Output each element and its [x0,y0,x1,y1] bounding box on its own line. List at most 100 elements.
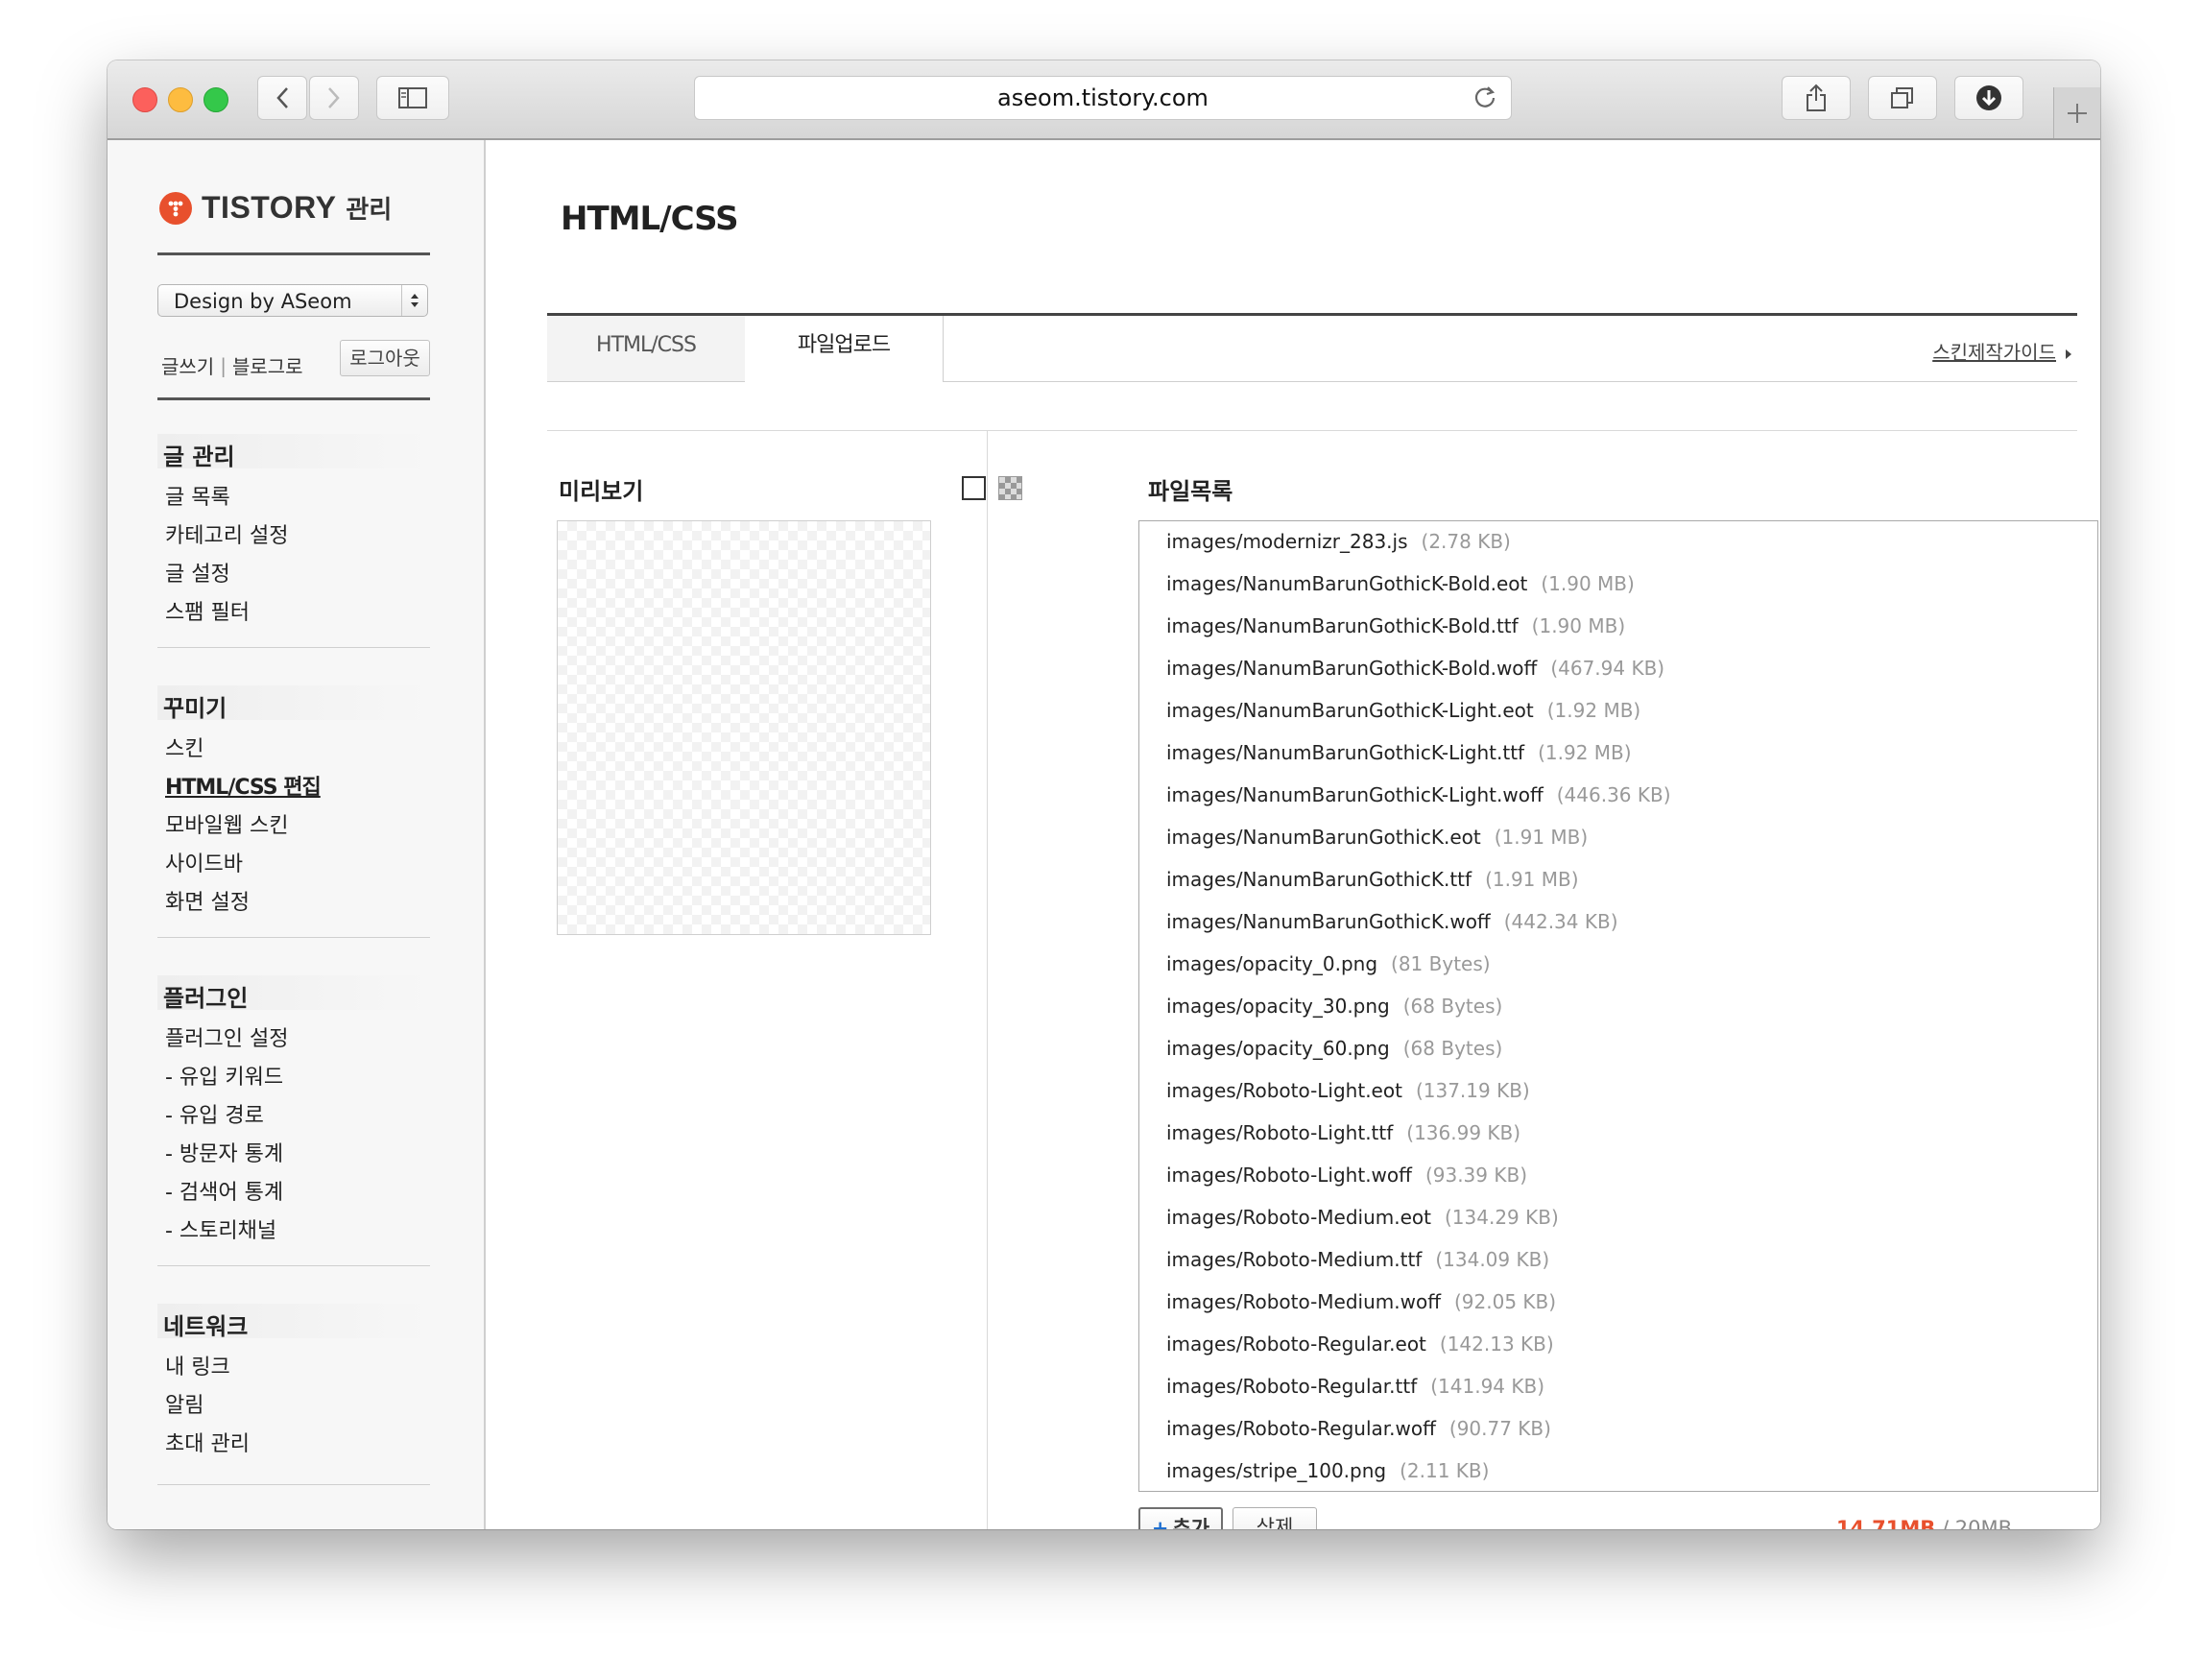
file-list-item[interactable]: images/opacity_0.png (81 Bytes) [1166,944,1671,986]
write-post-link[interactable]: 글쓰기 [161,355,214,378]
column-divider [987,431,988,1529]
page-title: HTML/CSS [561,200,739,238]
file-list-item[interactable]: images/NanumBarunGothicK-Light.eot (1.92 … [1166,690,1671,732]
file-list-item[interactable]: images/stripe_100.png (2.11 KB) [1166,1451,1671,1491]
file-size: (141.94 KB) [1430,1375,1545,1398]
transparent-background-toggle-icon[interactable] [998,476,1022,500]
tistory-logo[interactable]: TISTORY 관리 [159,190,392,226]
menu-inflow-paths[interactable]: - 유입 경로 [165,1098,264,1129]
plus-icon: + [1151,1517,1169,1529]
reload-icon[interactable] [1472,84,1497,109]
file-list-item[interactable]: images/Roboto-Medium.woff (92.05 KB) [1166,1282,1671,1324]
file-list-item[interactable]: images/NanumBarunGothicK-Light.woff (446.… [1166,775,1671,817]
tabs-overview-button[interactable] [1868,76,1937,120]
menu-story-channel[interactable]: - 스토리채널 [165,1213,276,1244]
share-button[interactable] [1782,76,1851,120]
menu-notifications[interactable]: 알림 [165,1388,203,1419]
downloads-button[interactable] [1954,76,2023,120]
add-file-button[interactable]: + 추가 [1138,1507,1223,1529]
sidebar-toggle-button[interactable] [376,76,449,120]
file-size: (1.92 MB) [1538,741,1632,764]
menu-post-list[interactable]: 글 목록 [165,480,230,511]
sidebar-icon [398,87,427,108]
menu-category-settings[interactable]: 카테고리 설정 [165,518,288,549]
file-name: images/NanumBarunGothicK-Light.woff [1166,783,1544,806]
download-icon [1976,85,2001,110]
arrow-right-icon [2066,348,2071,359]
file-list-item[interactable]: images/modernizr_283.js (2.78 KB) [1166,521,1671,564]
section-title-post-management: 글 관리 [163,444,235,470]
white-background-toggle-icon[interactable] [962,476,986,500]
menu-spam-filter[interactable]: 스팸 필터 [165,595,250,626]
new-tab-button[interactable] [2053,87,2100,138]
zoom-window-button[interactable] [203,87,228,112]
minimize-window-button[interactable] [168,87,193,112]
admin-sidebar: TISTORY 관리 Design by ASeom 글쓰기 | 블로그로 로그아웃… [108,140,486,1529]
file-list-item[interactable]: images/NanumBarunGothicK-Bold.woff (467.9… [1166,648,1671,690]
file-name: images/Roboto-Light.eot [1166,1079,1402,1102]
logo-subtitle: 관리 [346,196,393,225]
file-size: (137.19 KB) [1415,1079,1530,1102]
file-list-title: 파일목록 [1148,478,1233,505]
menu-plugin-settings[interactable]: 플러그인 설정 [165,1021,288,1052]
file-size: (90.77 KB) [1448,1417,1551,1440]
section-divider [157,1484,430,1485]
file-size: (1.92 MB) [1546,699,1641,722]
file-name: images/Roboto-Regular.ttf [1166,1375,1418,1398]
menu-post-settings[interactable]: 글 설정 [165,557,230,588]
file-list-item[interactable]: images/Roboto-Medium.eot (134.29 KB) [1166,1197,1671,1239]
blog-select[interactable]: Design by ASeom [157,284,428,317]
back-button[interactable] [257,76,307,120]
menu-skin[interactable]: 스킨 [165,732,203,762]
file-list-box[interactable]: images/modernizr_283.js (2.78 KB) images/N… [1138,520,2098,1492]
file-size: (136.99 KB) [1406,1121,1521,1144]
file-list-item[interactable]: images/NanumBarunGothicK.ttf (1.91 MB) [1166,859,1671,901]
file-list-item[interactable]: images/Roboto-Medium.ttf (134.09 KB) [1166,1239,1671,1282]
storage-usage: 14.71MB / 20MB [1836,1517,2012,1529]
file-list-item[interactable]: images/Roboto-Regular.eot (142.13 KB) [1166,1324,1671,1366]
file-list-item[interactable]: images/NanumBarunGothicK-Bold.eot (1.90 M… [1166,564,1671,606]
file-name: images/NanumBarunGothicK.woff [1166,910,1491,933]
skin-guide-link[interactable]: 스킨제작가이드 [1932,337,2071,365]
menu-my-links[interactable]: 내 링크 [165,1350,230,1380]
menu-inflow-keywords[interactable]: - 유입 키워드 [165,1060,283,1091]
file-list-item[interactable]: images/Roboto-Light.eot (137.19 KB) [1166,1070,1671,1113]
file-list-item[interactable]: images/Roboto-Light.woff (93.39 KB) [1166,1155,1671,1197]
file-list-item[interactable]: images/Roboto-Light.ttf (136.99 KB) [1166,1113,1671,1155]
file-size: (142.13 KB) [1439,1332,1554,1356]
menu-html-css-edit[interactable]: HTML/CSS 편집 [165,770,322,801]
file-list-item[interactable]: images/opacity_30.png (68 Bytes) [1166,986,1671,1028]
logout-button[interactable]: 로그아웃 [340,340,430,376]
menu-invite-management[interactable]: 초대 관리 [165,1427,250,1457]
add-file-label: 추가 [1172,1517,1210,1529]
file-size: (92.05 KB) [1454,1290,1557,1313]
menu-mobile-skin[interactable]: 모바일웹 스킨 [165,808,288,839]
tab-file-upload[interactable]: 파일업로드 [745,316,944,382]
file-name: images/NanumBarunGothicK-Bold.eot [1166,572,1528,595]
go-to-blog-link[interactable]: 블로그로 [232,355,303,378]
tab-html-css[interactable]: HTML/CSS [547,316,746,381]
address-bar[interactable]: aseom.tistory.com [694,76,1512,120]
close-window-button[interactable] [132,87,157,112]
file-list-item[interactable]: images/NanumBarunGothicK.eot (1.91 MB) [1166,817,1671,859]
file-name: images/modernizr_283.js [1166,530,1408,553]
file-list-item[interactable]: images/Roboto-Regular.ttf (141.94 KB) [1166,1366,1671,1408]
menu-visitor-stats[interactable]: - 방문자 통계 [165,1137,283,1167]
storage-separator: / [1941,1517,1950,1529]
file-list-item[interactable]: images/NanumBarunGothicK-Light.ttf (1.92 … [1166,732,1671,775]
logo-text: TISTORY [202,190,337,225]
file-size: (134.29 KB) [1445,1206,1559,1229]
main-panel: HTML/CSS HTML/CSS 파일업로드 스킨제작가이드 미리보기 파일목… [486,140,2100,1529]
file-list-item[interactable]: images/NanumBarunGothicK-Bold.ttf (1.90 M… [1166,606,1671,648]
file-name: images/opacity_60.png [1166,1037,1390,1060]
file-list-item[interactable]: images/opacity_60.png (68 Bytes) [1166,1028,1671,1070]
forward-button[interactable] [309,76,359,120]
delete-file-button[interactable]: 삭제 [1233,1507,1317,1529]
file-list-item[interactable]: images/Roboto-Regular.woff (90.77 KB) [1166,1408,1671,1451]
file-name: images/NanumBarunGothicK-Bold.ttf [1166,614,1519,637]
preview-title: 미리보기 [559,478,644,505]
menu-search-stats[interactable]: - 검색어 통계 [165,1175,283,1206]
menu-sidebar[interactable]: 사이드바 [165,847,243,877]
menu-screen-settings[interactable]: 화면 설정 [165,885,250,916]
file-list-item[interactable]: images/NanumBarunGothicK.woff (442.34 KB) [1166,901,1671,944]
